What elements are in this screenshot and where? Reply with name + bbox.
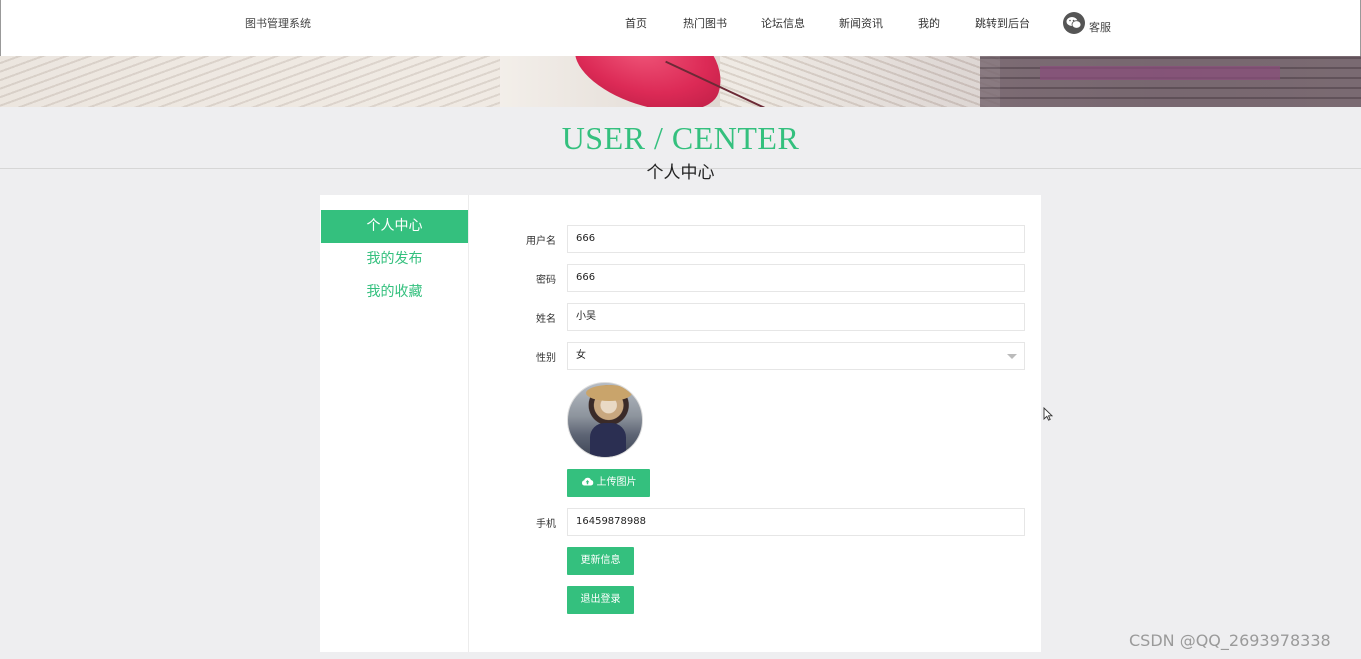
- phone-label: 手机: [536, 519, 556, 530]
- nav-item-forum[interactable]: 论坛信息: [761, 15, 805, 31]
- watermark: CSDN @QQ_2693978338: [1129, 631, 1331, 650]
- sidebar-item-profile[interactable]: 个人中心: [321, 210, 468, 243]
- page-title-cn: 个人中心: [646, 163, 715, 183]
- phone-value: 16459878988: [576, 516, 646, 527]
- nav-item-hot-books[interactable]: 热门图书: [683, 15, 727, 31]
- update-info-button[interactable]: 更新信息: [567, 547, 634, 575]
- site-title[interactable]: 图书管理系统: [245, 15, 311, 31]
- sidebar: 个人中心 我的发布 我的收藏: [320, 195, 469, 652]
- gender-label: 性别: [536, 353, 556, 364]
- avatar: [567, 382, 643, 458]
- customer-service-link[interactable]: 客服: [1089, 19, 1111, 35]
- password-field[interactable]: 666: [567, 264, 1025, 292]
- wechat-icon[interactable]: [1063, 12, 1085, 34]
- name-value: 小吴: [576, 311, 596, 322]
- name-label: 姓名: [536, 314, 556, 325]
- sidebar-item-my-posts[interactable]: 我的发布: [321, 243, 468, 276]
- chevron-down-icon: [1007, 354, 1017, 359]
- upload-image-button[interactable]: 上传图片: [567, 469, 650, 497]
- nav-item-admin[interactable]: 跳转到后台: [975, 15, 1030, 31]
- nav-item-news[interactable]: 新闻资讯: [839, 15, 883, 31]
- username-label: 用户名: [526, 236, 556, 247]
- cloud-upload-icon: [581, 477, 593, 486]
- sidebar-item-my-favorites[interactable]: 我的收藏: [321, 276, 468, 309]
- name-field[interactable]: 小吴: [567, 303, 1025, 331]
- gender-value: 女: [576, 350, 586, 361]
- username-field[interactable]: 666: [567, 225, 1025, 253]
- nav-item-home[interactable]: 首页: [625, 15, 647, 31]
- page-title-en: USER / CENTER: [561, 120, 800, 156]
- gender-select[interactable]: 女: [567, 342, 1025, 370]
- password-value: 666: [576, 272, 596, 283]
- password-label: 密码: [536, 275, 556, 286]
- top-navbar: 图书管理系统 首页 热门图书 论坛信息 新闻资讯 我的 跳转到后台 客服: [0, 0, 1361, 56]
- username-value: 666: [576, 233, 596, 244]
- mouse-cursor-icon: [1043, 407, 1053, 421]
- logout-button[interactable]: 退出登录: [567, 586, 634, 614]
- upload-image-label: 上传图片: [596, 477, 637, 488]
- nav-item-mine[interactable]: 我的: [918, 15, 940, 31]
- phone-field[interactable]: 16459878988: [567, 508, 1025, 536]
- banner-image: [0, 56, 1361, 107]
- user-center-panel: 个人中心 我的发布 我的收藏 用户名 666 密码 666 姓名 小吴 性别 女…: [320, 195, 1041, 652]
